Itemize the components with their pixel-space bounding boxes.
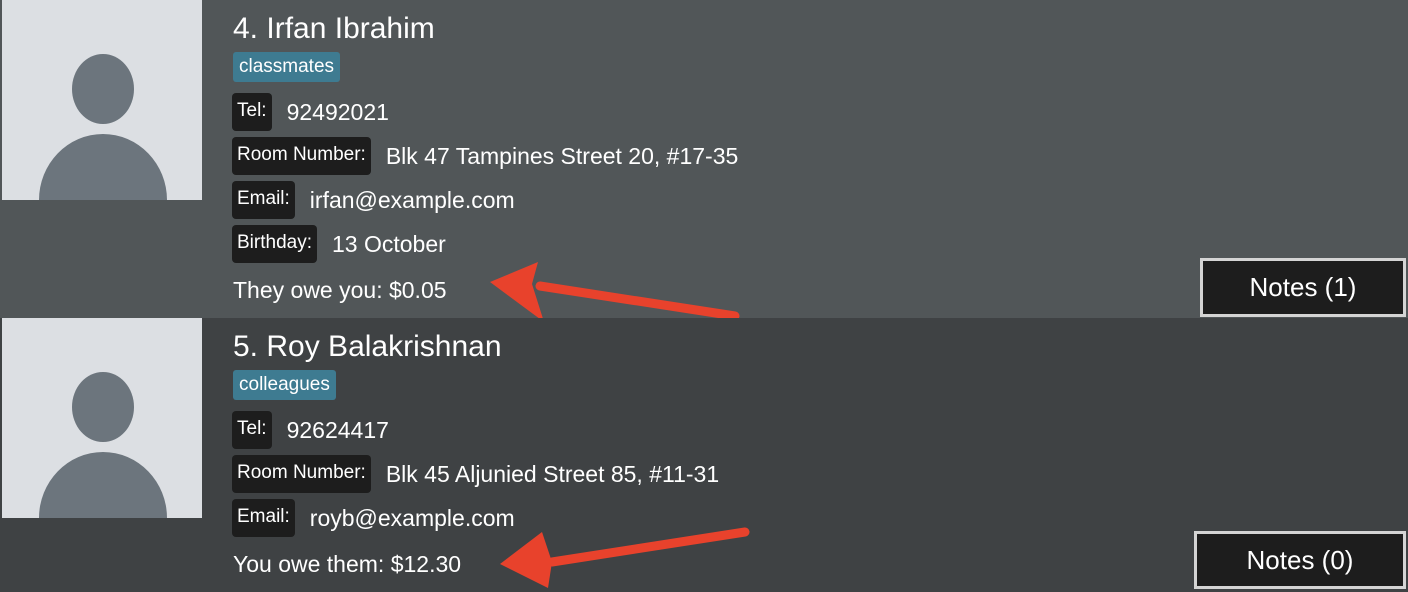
avatar-placeholder-icon [2, 318, 202, 518]
person-index: 4. [233, 12, 259, 45]
red-arrow-icon [490, 262, 740, 322]
person-fullname: Roy Balakrishnan [266, 330, 502, 363]
room-value: Blk 47 Tampines Street 20, #17-35 [385, 142, 739, 169]
room-row: Room Number: Blk 47 Tampines Street 20, … [232, 137, 738, 175]
red-arrow-icon [500, 527, 750, 588]
email-label: Email: [232, 181, 295, 219]
person-fullname: Irfan Ibrahim [266, 12, 435, 45]
tel-label: Tel: [232, 93, 272, 131]
email-row: Email: royb@example.com [232, 499, 515, 537]
avatar-placeholder-icon [2, 0, 202, 200]
debt-status: You owe them: $12.30 [233, 551, 462, 577]
person-index: 5. [233, 330, 259, 363]
email-label: Email: [232, 499, 295, 537]
person-name: 4. Irfan Ibrahim [233, 12, 435, 46]
room-row: Room Number: Blk 45 Aljunied Street 85, … [232, 455, 719, 493]
birthday-row: Birthday: 13 October [232, 225, 446, 263]
email-value: royb@example.com [309, 504, 515, 531]
room-value: Blk 45 Aljunied Street 85, #11-31 [385, 460, 720, 487]
email-row: Email: irfan@example.com [232, 181, 515, 219]
tel-value: 92492021 [286, 98, 389, 125]
room-label: Room Number: [232, 455, 371, 493]
tel-label: Tel: [232, 411, 272, 449]
debt-status: They owe you: $0.05 [233, 277, 447, 303]
tel-row: Tel: 92624417 [232, 411, 389, 449]
notes-button[interactable]: Notes (0) [1194, 531, 1406, 589]
tel-row: Tel: 92492021 [232, 93, 389, 131]
person-name: 5. Roy Balakrishnan [233, 330, 502, 364]
person-card-irfan[interactable]: 4. Irfan Ibrahim classmates Tel: 9249202… [0, 0, 1408, 322]
room-label: Room Number: [232, 137, 371, 175]
tag-badge: colleagues [233, 370, 336, 400]
tag-badge: classmates [233, 52, 341, 82]
notes-button[interactable]: Notes (1) [1200, 258, 1406, 317]
person-card-roy[interactable]: 5. Roy Balakrishnan colleagues Tel: 9262… [0, 318, 1408, 592]
birthday-value: 13 October [331, 230, 446, 257]
email-value: irfan@example.com [309, 186, 515, 213]
birthday-label: Birthday: [232, 225, 317, 263]
tel-value: 92624417 [286, 416, 389, 443]
